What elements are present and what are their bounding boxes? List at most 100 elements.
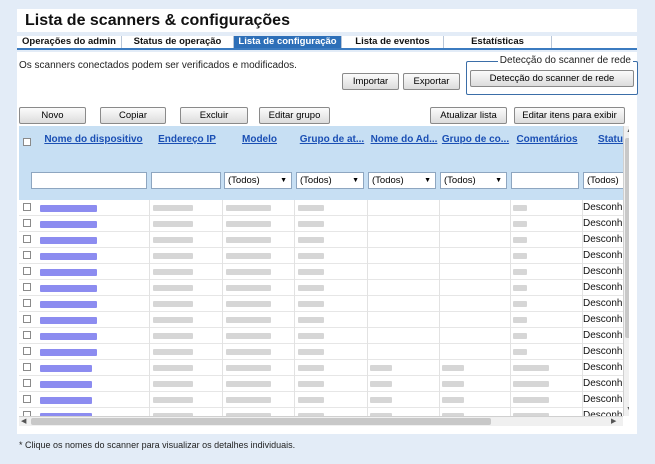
edit-group-button[interactable]: Editar grupo — [259, 107, 330, 124]
table-cell — [224, 280, 295, 296]
table-cell[interactable] — [37, 312, 150, 328]
vertical-scroll-thumb[interactable] — [625, 138, 629, 338]
table-cell — [511, 344, 583, 360]
device-name-link[interactable] — [40, 269, 97, 276]
column-group[interactable]: Grupo de at... — [296, 134, 368, 150]
table-cell[interactable] — [37, 360, 150, 376]
column-model[interactable]: Modelo — [224, 134, 295, 150]
device-name-link[interactable] — [40, 365, 92, 372]
device-name-filter[interactable] — [31, 172, 147, 189]
table-row[interactable]: Desconh — [19, 328, 623, 344]
row-checkbox[interactable] — [23, 283, 31, 291]
table-cell[interactable] — [37, 232, 150, 248]
table-cell[interactable] — [37, 392, 150, 408]
device-name-link[interactable] — [40, 301, 97, 308]
tab-event-list[interactable]: Lista de eventos — [342, 36, 444, 48]
network-detection-button[interactable]: Detecção do scanner de rede — [470, 70, 634, 87]
redacted-value — [226, 349, 271, 355]
scroll-left-icon[interactable]: ◀ — [21, 417, 26, 426]
table-row[interactable]: Desconh — [19, 264, 623, 280]
tab-admin-operations[interactable]: Operações do admin — [17, 36, 122, 48]
comments-filter[interactable] — [511, 172, 579, 189]
table-row[interactable]: Desconh — [19, 232, 623, 248]
scroll-right-icon[interactable]: ▶ — [611, 417, 616, 426]
status-filter[interactable]: (Todos) — [583, 172, 623, 189]
model-filter[interactable]: (Todos) ▼ — [224, 172, 292, 189]
scroll-up-icon[interactable]: ▲ — [626, 126, 629, 136]
table-cell[interactable] — [37, 328, 150, 344]
redacted-value — [226, 285, 271, 291]
device-name-link[interactable] — [40, 349, 97, 356]
device-name-link[interactable] — [40, 253, 97, 260]
column-device-name[interactable]: Nome do dispositivo — [37, 134, 150, 150]
tab-statistics[interactable]: Estatísticas — [444, 36, 552, 48]
table-row[interactable]: Desconh — [19, 200, 623, 216]
row-checkbox[interactable] — [23, 379, 31, 387]
column-ip-address[interactable]: Endereço IP — [151, 134, 223, 150]
vertical-scrollbar[interactable]: ▲ ▼ — [623, 126, 629, 416]
table-cell[interactable] — [37, 376, 150, 392]
column-comments[interactable]: Comentários — [511, 134, 583, 150]
device-name-link[interactable] — [40, 397, 92, 404]
row-checkbox[interactable] — [23, 347, 31, 355]
device-name-link[interactable] — [40, 317, 97, 324]
export-button[interactable]: Exportar — [403, 73, 460, 90]
admin-name-filter[interactable]: (Todos) ▼ — [368, 172, 436, 189]
table-cell — [224, 376, 295, 392]
table-row[interactable]: Desconh — [19, 216, 623, 232]
table-row[interactable]: Desconh — [19, 280, 623, 296]
table-cell — [440, 328, 511, 344]
config-group-filter[interactable]: (Todos) ▼ — [440, 172, 507, 189]
device-name-link[interactable] — [40, 333, 97, 340]
new-button[interactable]: Novo — [19, 107, 86, 124]
device-name-link[interactable] — [40, 285, 97, 292]
table-cell[interactable] — [37, 280, 150, 296]
table-cell[interactable] — [37, 296, 150, 312]
table-cell — [224, 216, 295, 232]
row-checkbox[interactable] — [23, 219, 31, 227]
table-row[interactable]: Desconh — [19, 296, 623, 312]
column-config-group[interactable]: Grupo de co... — [440, 134, 511, 150]
table-row[interactable]: Desconh — [19, 248, 623, 264]
table-cell — [368, 296, 440, 312]
column-admin-name[interactable]: Nome do Ad... — [368, 134, 440, 150]
table-row[interactable]: Desconh — [19, 312, 623, 328]
select-all-checkbox[interactable] — [23, 138, 31, 146]
horizontal-scrollbar[interactable]: ◀ ▶ — [19, 416, 623, 426]
copy-button[interactable]: Copiar — [100, 107, 166, 124]
ip-address-filter[interactable] — [151, 172, 221, 189]
tab-operation-status[interactable]: Status de operação — [122, 36, 234, 48]
device-name-link[interactable] — [40, 381, 92, 388]
row-checkbox[interactable] — [23, 267, 31, 275]
row-checkbox[interactable] — [23, 251, 31, 259]
table-row[interactable]: Desconh — [19, 376, 623, 392]
scroll-down-icon[interactable]: ▼ — [626, 405, 629, 415]
device-name-link[interactable] — [40, 237, 97, 244]
row-checkbox[interactable] — [23, 203, 31, 211]
table-row[interactable]: Desconh — [19, 344, 623, 360]
delete-button[interactable]: Excluir — [180, 107, 248, 124]
row-checkbox[interactable] — [23, 331, 31, 339]
horizontal-scroll-thumb[interactable] — [31, 418, 491, 425]
import-button[interactable]: Importar — [342, 73, 399, 90]
table-cell[interactable] — [37, 248, 150, 264]
row-checkbox[interactable] — [23, 395, 31, 403]
row-checkbox[interactable] — [23, 299, 31, 307]
refresh-list-button[interactable]: Atualizar lista — [430, 107, 507, 124]
table-cell[interactable] — [37, 264, 150, 280]
table-row[interactable]: Desconh — [19, 392, 623, 408]
row-checkbox[interactable] — [23, 363, 31, 371]
device-name-link[interactable] — [40, 205, 97, 212]
row-checkbox[interactable] — [23, 315, 31, 323]
table-row[interactable]: Desconh — [19, 360, 623, 376]
group-filter[interactable]: (Todos) ▼ — [296, 172, 364, 189]
table-cell[interactable] — [37, 344, 150, 360]
table-cell[interactable] — [37, 216, 150, 232]
device-name-link[interactable] — [40, 221, 97, 228]
edit-display-items-button[interactable]: Editar itens para exibir — [514, 107, 625, 124]
tab-configuration-list[interactable]: Lista de configuração — [234, 36, 342, 48]
table-cell[interactable] — [37, 200, 150, 216]
column-status[interactable]: Statu — [583, 134, 623, 150]
table-cell — [368, 216, 440, 232]
row-checkbox[interactable] — [23, 235, 31, 243]
